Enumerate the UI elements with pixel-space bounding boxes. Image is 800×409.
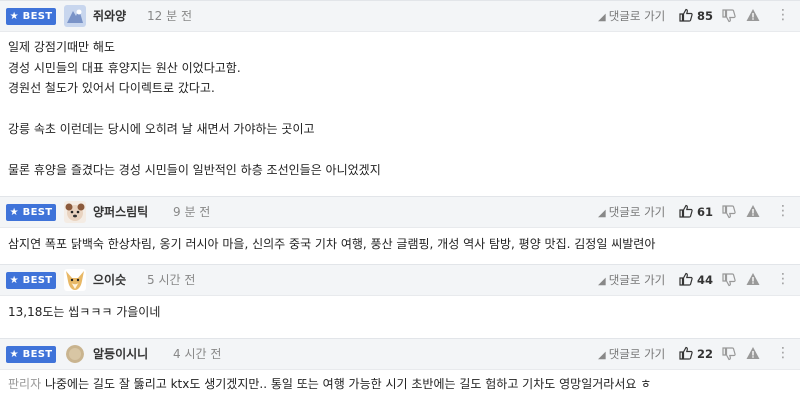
best-badge: ★ BEST [6, 8, 56, 25]
comment-line: 일제 강점기때만 해도 [8, 40, 115, 54]
report-icon[interactable] [746, 8, 760, 22]
comment-header: ★ BEST 쥐와양 12 분 전 ◢ 댓글로 가기 85 ⋮ [0, 0, 800, 32]
reply-link[interactable]: ◢ 댓글로 가기 [598, 346, 665, 364]
thumb-up-icon[interactable] [679, 204, 693, 218]
report-icon[interactable] [746, 204, 760, 218]
thumb-up-icon[interactable] [679, 272, 693, 286]
reply-link[interactable]: ◢ 댓글로 가기 [598, 8, 665, 26]
reply-label: 댓글로 가기 [608, 205, 666, 219]
avatar[interactable] [66, 345, 84, 363]
reply-arrow-icon: ◢ [598, 350, 606, 361]
avatar[interactable] [64, 5, 86, 27]
thumb-down-icon[interactable] [722, 273, 736, 287]
prefix-tag: 판리자 [8, 377, 42, 391]
more-icon[interactable]: ⋮ [776, 203, 790, 219]
more-icon[interactable]: ⋮ [776, 271, 790, 287]
thumb-down-icon[interactable] [722, 347, 736, 361]
comment-line: 경성 시민들의 대표 휴양지는 원산 이었다고함. [8, 61, 241, 75]
nickname[interactable]: 알등이시니 [93, 346, 148, 362]
upvote-count: 22 [697, 347, 714, 361]
nickname[interactable]: 으이슷 [93, 272, 126, 288]
reply-label: 댓글로 가기 [608, 347, 666, 361]
avatar[interactable] [64, 201, 86, 223]
more-icon[interactable]: ⋮ [776, 7, 790, 23]
timestamp: 4 시간 전 [173, 347, 222, 361]
reply-link[interactable]: ◢ 댓글로 가기 [598, 204, 665, 222]
thumb-down-icon[interactable] [722, 205, 736, 219]
best-badge: ★ BEST [6, 204, 56, 221]
comment-3: ★ BEST 으이슷 5 시간 전 ◢ 댓글로 가기 44 ⋮ 13,18도는 … [0, 264, 800, 328]
comment-header: ★ BEST 양퍼스림틱 9 분 전 ◢ 댓글로 가기 61 ⋮ [0, 196, 800, 228]
best-badge: ★ BEST [6, 272, 56, 289]
comment-2: ★ BEST 양퍼스림틱 9 분 전 ◢ 댓글로 가기 61 ⋮ 삼지연 폭포 … [0, 196, 800, 258]
upvote-count: 85 [697, 9, 714, 23]
comment-line: 경원선 철도가 있어서 다이렉트로 갔다고. [8, 81, 215, 95]
comment-header: ★ BEST 으이슷 5 시간 전 ◢ 댓글로 가기 44 ⋮ [0, 264, 800, 296]
best-badge: ★ BEST [6, 346, 56, 363]
comment-line: 판리자 나중에는 길도 잘 뚫리고 ktx도 생기겠지만.. 통일 또는 여행 … [8, 377, 651, 392]
reply-arrow-icon: ◢ [598, 208, 606, 219]
timestamp: 5 시간 전 [147, 273, 196, 287]
thumb-up-icon[interactable] [679, 346, 693, 360]
comment-line: 물론 휴양을 즐겼다는 경성 시민들이 일반적인 하층 조선인들은 아니었겠지 [8, 163, 381, 177]
reply-arrow-icon: ◢ [598, 12, 606, 23]
reply-link[interactable]: ◢ 댓글로 가기 [598, 272, 665, 290]
report-icon[interactable] [746, 272, 760, 286]
nickname[interactable]: 양퍼스림틱 [93, 204, 148, 220]
avatar[interactable] [64, 269, 86, 291]
upvote-count: 44 [697, 273, 714, 287]
thumb-up-icon[interactable] [679, 8, 693, 22]
thumb-down-icon[interactable] [722, 9, 736, 23]
reply-arrow-icon: ◢ [598, 276, 606, 287]
timestamp: 9 분 전 [173, 205, 211, 219]
comment-header: ★ BEST 알등이시니 4 시간 전 ◢ 댓글로 가기 22 ⋮ [0, 338, 800, 370]
comment-text: 나중에는 길도 잘 뚫리고 ktx도 생기겠지만.. 통일 또는 여행 가능한 … [44, 377, 652, 391]
reply-label: 댓글로 가기 [608, 9, 666, 23]
comment-1: ★ BEST 쥐와양 12 분 전 ◢ 댓글로 가기 85 ⋮ 일제 강점기때만 … [0, 0, 800, 190]
nickname[interactable]: 쥐와양 [93, 8, 126, 24]
comment-line: 삼지연 폭포 닭백숙 한상차림, 옹기 러시아 마을, 신의주 중국 기차 여행… [8, 237, 656, 251]
comment-line: 13,18도는 씹ㅋㅋㅋ 가을이네 [8, 305, 161, 319]
report-icon[interactable] [746, 346, 760, 360]
more-icon[interactable]: ⋮ [776, 345, 790, 361]
upvote-count: 61 [697, 205, 714, 219]
comment-line: 강릉 속초 이런데는 당시에 오히려 날 새면서 가야하는 곳이고 [8, 122, 315, 136]
comment-4: ★ BEST 알등이시니 4 시간 전 ◢ 댓글로 가기 22 ⋮ 판리자 나중… [0, 338, 800, 409]
timestamp: 12 분 전 [147, 9, 192, 23]
reply-label: 댓글로 가기 [608, 273, 666, 287]
